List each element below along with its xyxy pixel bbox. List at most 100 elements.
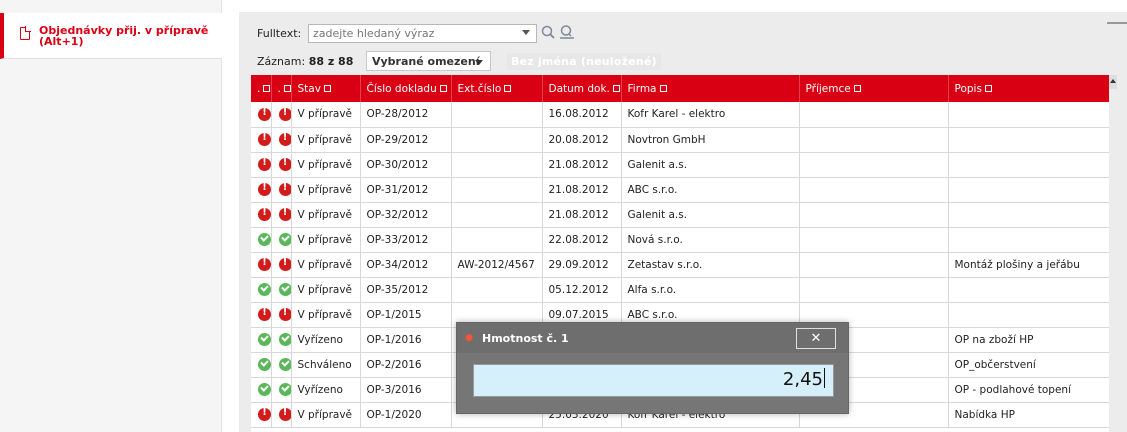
column-header-prijemce[interactable]: Příjemce — [799, 75, 949, 102]
cell-status-icon — [251, 277, 272, 303]
cell-cislo-dokladu: OP-32/2012 — [360, 202, 452, 228]
app-logo-icon: ✹ — [464, 331, 475, 345]
cell-status-icon — [251, 252, 272, 278]
cell-popis — [948, 277, 1114, 303]
cell-prijemce — [799, 152, 949, 178]
warning-icon — [258, 207, 270, 221]
cell-status-icon — [271, 377, 292, 403]
cell-prijemce — [799, 227, 949, 253]
toolbar: Fulltext: Záznam: 88 z 88 Vybrané omezen… — [239, 12, 1127, 74]
scroll-up-icon[interactable] — [1109, 75, 1117, 89]
cell-popis — [948, 177, 1114, 203]
cell-cislo-dokladu: OP-30/2012 — [360, 152, 452, 178]
column-header-status2[interactable]: . — [271, 75, 292, 102]
column-header-popis[interactable]: Popis — [948, 75, 1114, 102]
cell-stav: V přípravě — [291, 252, 361, 278]
cell-datum: 22.08.2012 — [542, 227, 622, 253]
table-row[interactable]: V přípravěOP-34/2012AW-2012/456729.09.20… — [251, 252, 1114, 278]
cell-status-icon — [271, 302, 292, 328]
warning-icon — [258, 407, 270, 421]
cell-cislo-dokladu: OP-1/2016 — [360, 327, 452, 353]
warning-icon — [278, 107, 290, 121]
cell-cislo-dokladu: OP-33/2012 — [360, 227, 452, 253]
check-icon — [278, 358, 290, 371]
cell-status-icon — [251, 402, 272, 428]
cell-status-icon — [271, 127, 292, 153]
column-header-firma[interactable]: Firma — [621, 75, 800, 102]
column-header-cislo-dokladu[interactable]: Číslo dokladu — [360, 75, 452, 102]
check-icon — [258, 383, 270, 396]
cell-status-icon — [251, 377, 272, 403]
cell-stav: V přípravě — [291, 402, 361, 428]
cell-status-icon — [251, 227, 272, 253]
warning-icon — [278, 157, 290, 171]
cell-cislo-dokladu: OP-31/2012 — [360, 177, 452, 203]
document-icon — [20, 26, 31, 40]
table-row[interactable]: V přípravěOP-29/2012 20.08.2012Novtron Gm… — [251, 127, 1114, 153]
cell-firma: Nová s.r.o. — [621, 227, 800, 253]
check-icon — [278, 283, 290, 296]
cell-firma: Galenit a.s. — [621, 152, 800, 178]
fulltext-search-input[interactable] — [308, 24, 537, 43]
cell-status-icon — [251, 127, 272, 153]
warning-icon — [278, 407, 290, 421]
table-row[interactable]: V přípravě OP-35/2012 05.12.2012 Alfa s.r.o… — [251, 277, 1114, 303]
column-header-datum[interactable]: Datum dok. — [542, 75, 622, 102]
cell-stav: V přípravě — [291, 202, 361, 228]
cell-popis: Montáž plošiny a jeřábu — [948, 252, 1114, 278]
cell-status-icon — [271, 152, 292, 178]
cell-firma: Kofr Karel - elektro — [621, 102, 800, 128]
column-header-ext-cislo[interactable]: Ext.číslo — [451, 75, 543, 102]
dialog-titlebar: ✹ Hmotnost č. 1 ✕ — [457, 323, 848, 353]
table-row[interactable]: V přípravě OP-33/2012 22.08.2012 Nová s.r.o… — [251, 227, 1114, 253]
check-icon — [278, 333, 290, 346]
cell-stav: Vyřízeno — [291, 327, 361, 353]
cell-status-icon — [251, 152, 272, 178]
search-icon[interactable] — [541, 25, 555, 40]
cell-datum: 05.12.2012 — [542, 277, 622, 303]
cell-prijemce — [799, 252, 949, 278]
cell-status-icon — [271, 252, 292, 278]
cell-status-icon — [271, 102, 292, 128]
cell-ext-cislo — [451, 127, 543, 153]
sidebar-item-prijate-objednavky[interactable]: Objednávky přij. v přípravě (Alt+1) — [0, 13, 222, 59]
table-row[interactable]: V přípravěOP-31/2012 21.08.2012ABC s.r.o. — [251, 177, 1114, 203]
cell-firma: Novtron GmbH — [621, 127, 800, 153]
column-header-status1[interactable]: . — [251, 75, 272, 102]
cell-ext-cislo — [451, 177, 543, 203]
cell-stav: Vyřízeno — [291, 377, 361, 403]
dialog-body: 2,45 — [457, 353, 848, 413]
filter-select-value: Vybrané omezení — [372, 55, 480, 68]
cell-status-icon — [251, 352, 272, 378]
cell-stav: V přípravě — [291, 302, 361, 328]
warning-icon — [258, 132, 270, 146]
advanced-search-icon[interactable] — [559, 25, 575, 40]
fulltext-history-dropdown-icon[interactable] — [522, 30, 530, 35]
check-icon — [278, 233, 290, 246]
cell-firma: Alfa s.r.o. — [621, 277, 800, 303]
dialog-close-button[interactable]: ✕ — [796, 328, 836, 349]
vertical-scrollbar[interactable] — [1109, 75, 1117, 432]
cell-status-icon — [271, 352, 292, 378]
cell-status-icon — [271, 402, 292, 428]
cell-ext-cislo — [451, 102, 543, 128]
chevron-down-icon — [475, 60, 483, 65]
check-icon — [258, 358, 270, 371]
table-row[interactable]: V přípravěOP-32/2012 21.08.2012Galenit a.… — [251, 202, 1114, 228]
cell-popis — [948, 227, 1114, 253]
cell-prijemce — [799, 202, 949, 228]
record-count-value: 88 z 88 — [308, 55, 354, 68]
cell-ext-cislo — [451, 277, 543, 303]
cell-status-icon — [251, 102, 272, 128]
weight-input[interactable]: 2,45 — [473, 364, 834, 397]
cell-stav: V přípravě — [291, 102, 361, 128]
check-icon — [258, 233, 270, 246]
column-header-stav[interactable]: Stav — [291, 75, 361, 102]
cell-stav: V přípravě — [291, 277, 361, 303]
cell-popis — [948, 202, 1114, 228]
cell-status-icon — [271, 227, 292, 253]
filter-select[interactable]: Vybrané omezení — [366, 51, 491, 71]
cell-prijemce — [799, 102, 949, 128]
table-row[interactable]: V přípravěOP-30/2012 21.08.2012Galenit a.… — [251, 152, 1114, 178]
table-row[interactable]: V přípravěOP-28/2012 16.08.2012Kofr Karel… — [251, 102, 1114, 128]
